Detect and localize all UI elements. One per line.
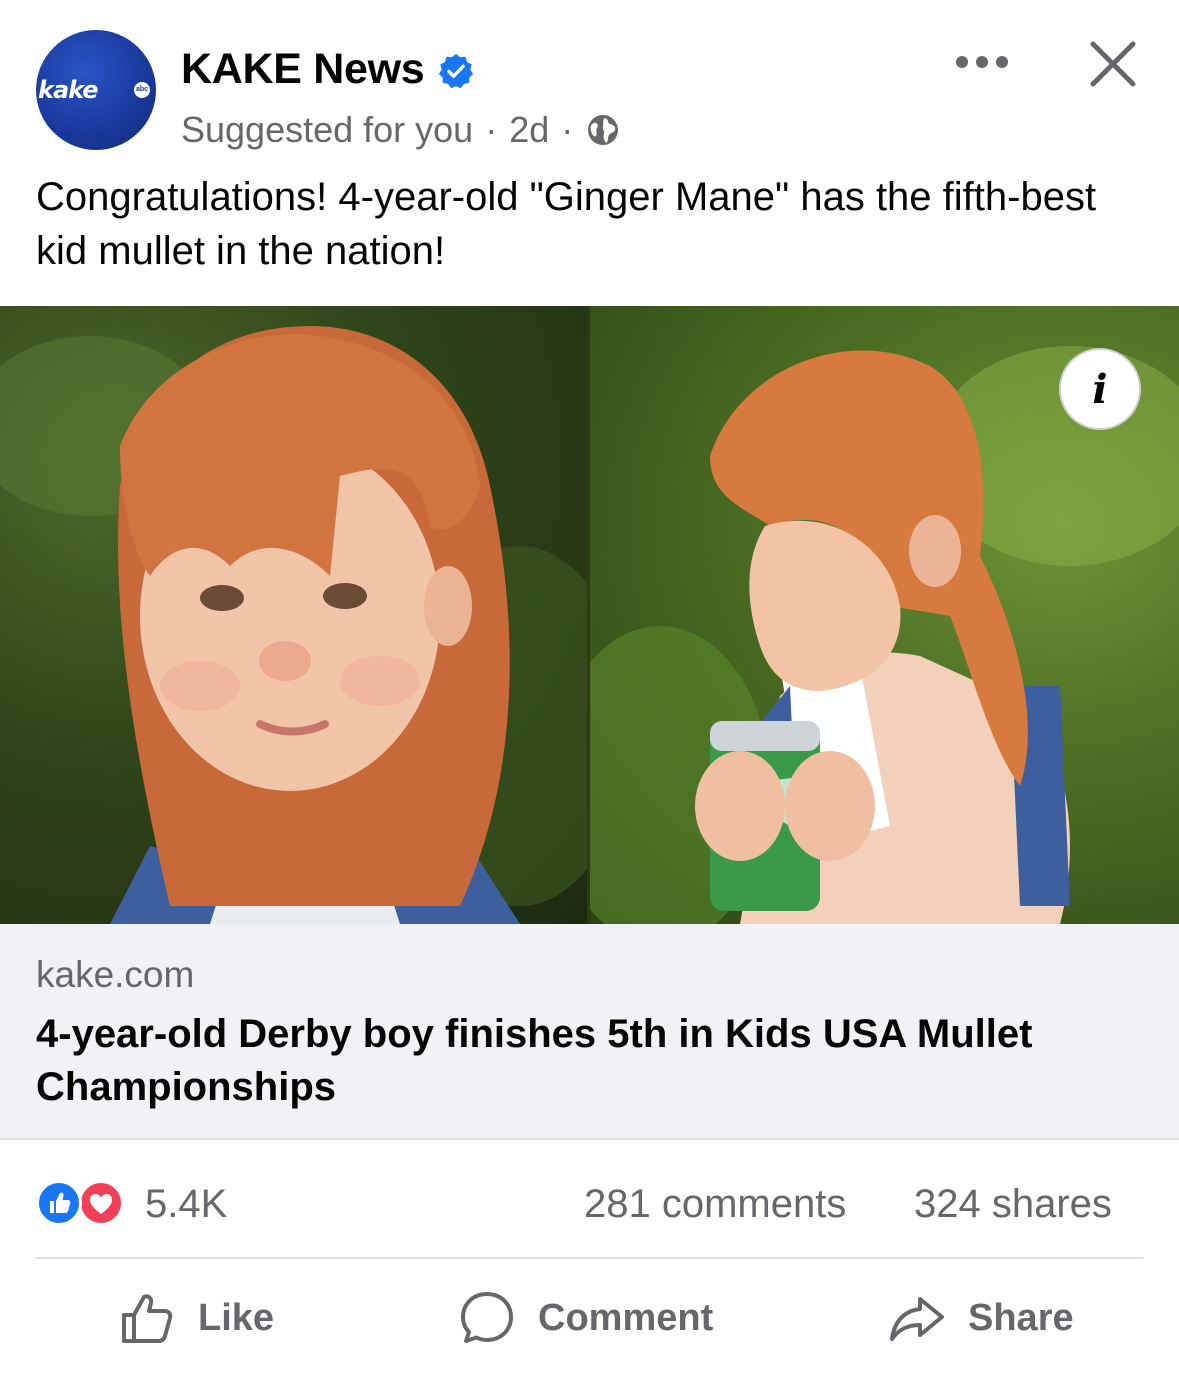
globe-icon (588, 115, 619, 145)
more-options-icon[interactable] (954, 42, 1010, 82)
like-label: Like (198, 1296, 275, 1339)
share-label: Share (968, 1296, 1074, 1339)
post-caption: Congratulations! 4-year-old "Ginger Mane… (36, 175, 1097, 273)
info-icon[interactable]: i (1059, 348, 1141, 430)
reactions-count[interactable]: 5.4K (145, 1182, 227, 1227)
comment-button[interactable]: Comment (458, 1282, 713, 1354)
comment-label: Comment (538, 1296, 714, 1339)
divider (36, 1257, 1143, 1259)
meta-separator: · (561, 109, 574, 150)
post-header: kake abc KAKE News Suggested for you · 2… (0, 0, 1179, 165)
share-arrow-icon (890, 1297, 944, 1341)
suggested-label: Suggested for you (181, 109, 474, 150)
post-meta: Suggested for you · 2d · (181, 109, 621, 151)
thumbs-up-icon (122, 1294, 173, 1343)
link-domain: kake.com (36, 954, 195, 995)
like-reaction-icon[interactable] (36, 1180, 82, 1226)
avatar-logo-text: kake (38, 76, 99, 104)
avatar-network-badge: abc (134, 82, 150, 98)
love-reaction-icon[interactable] (78, 1180, 124, 1226)
comments-count[interactable]: 281 comments (584, 1182, 846, 1227)
page-avatar[interactable]: kake abc (36, 30, 156, 150)
photo-left-illustration (0, 326, 587, 924)
photo-child-portrait[interactable] (0, 306, 587, 924)
meta-separator: · (485, 109, 498, 150)
action-bar: Like Comment Share (0, 1262, 1179, 1374)
engagement-stats: 5.4K 281 comments 324 shares (0, 1158, 1179, 1248)
link-preview[interactable]: kake.com 4-year-old Derby boy finishes 5… (0, 924, 1179, 1138)
share-button[interactable]: Share (888, 1282, 1074, 1354)
close-icon[interactable] (1087, 38, 1139, 90)
page-name[interactable]: KAKE News (181, 45, 425, 94)
comment-bubble-icon (461, 1292, 513, 1343)
post-media[interactable]: i (0, 306, 1179, 924)
link-title: 4-year-old Derby boy finishes 5th in Kid… (36, 1012, 1033, 1109)
post-time[interactable]: 2d (509, 109, 549, 151)
like-button[interactable]: Like (118, 1282, 274, 1354)
shares-count[interactable]: 324 shares (914, 1182, 1112, 1227)
divider (0, 1138, 1179, 1140)
verified-badge-icon (438, 53, 474, 89)
